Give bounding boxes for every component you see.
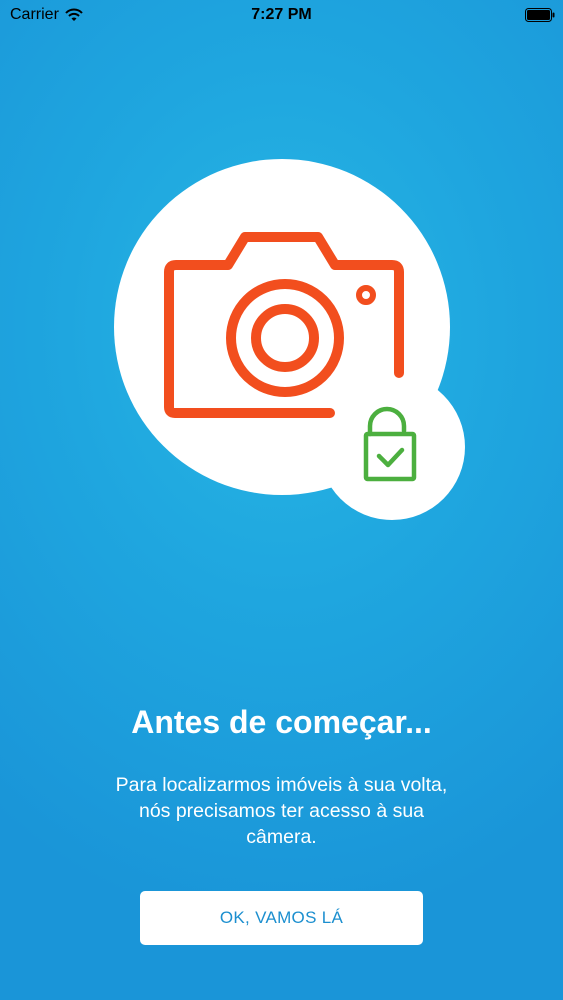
permission-illustration — [114, 159, 465, 520]
onboarding-description: Para localizarmos imóveis à sua volta, n… — [60, 772, 503, 850]
description-line: câmera. — [246, 826, 317, 848]
description-line: Para localizarmos imóveis à sua volta, — [115, 774, 448, 796]
illustration-badge-circle — [319, 374, 465, 520]
allow-camera-button[interactable]: OK, VAMOS LÁ — [140, 891, 423, 945]
onboarding-title: Antes de começar... — [131, 704, 432, 740]
description-line: nós precisamos ter acesso à sua — [138, 800, 425, 822]
